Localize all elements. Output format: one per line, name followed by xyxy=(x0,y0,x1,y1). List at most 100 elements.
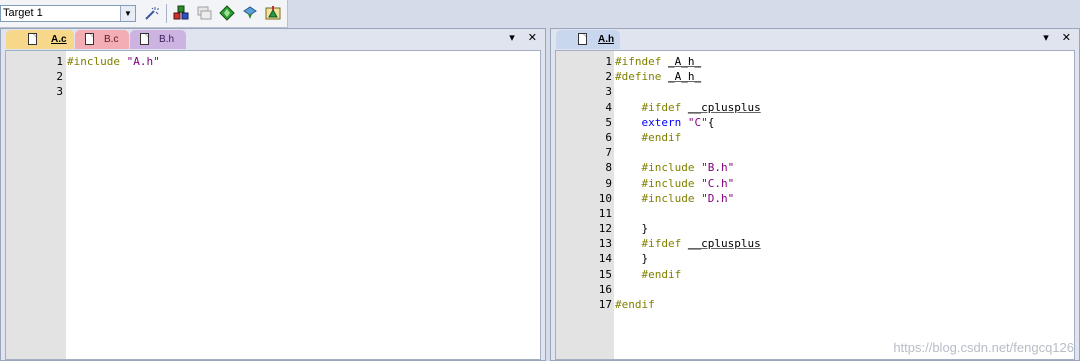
code-token: #endif xyxy=(615,267,682,281)
code-line[interactable]: 2 xyxy=(6,69,540,84)
code-token: } xyxy=(615,222,649,236)
code-line[interactable]: 9 #include "C.h" xyxy=(556,176,1074,191)
code-text: #include "A.h" xyxy=(67,54,160,69)
code-token: #define xyxy=(615,70,668,84)
batch-build-icon[interactable] xyxy=(195,4,213,22)
build-toolbar: Target 1 ▼ xyxy=(0,0,288,28)
line-number: 6 xyxy=(605,130,612,144)
line-number: 1 xyxy=(56,55,63,68)
line-number: 4 xyxy=(605,100,612,114)
editor-pane-right: A.h ▾ ✕ 1 #ifndef _A_h_ 2 #define _A_h_ 3 4 #… xyxy=(550,28,1080,361)
line-number: 7 xyxy=(605,146,612,160)
code-text: #include "B.h" xyxy=(615,160,734,175)
line-number: 3 xyxy=(605,85,612,99)
code-text: } xyxy=(615,251,648,266)
load-flash-icon[interactable] xyxy=(218,4,236,22)
code-token: _A_h_ xyxy=(667,55,702,68)
line-number: 17 xyxy=(598,298,612,311)
code-token: "C.h" xyxy=(701,176,735,190)
dropdown-arrow-icon[interactable]: ▾ xyxy=(1043,32,1049,44)
download-icon[interactable] xyxy=(264,4,282,22)
code-token: #ifdef xyxy=(615,237,688,251)
editor-pane-left: A.c B.c B.h ▾ ✕ 1 #include "A.h" 2 3 xyxy=(0,28,546,361)
close-icon[interactable]: ✕ xyxy=(1062,32,1071,44)
code-line[interactable]: 17 #endif xyxy=(556,297,1074,312)
code-line[interactable]: 7 xyxy=(556,145,1074,160)
tab-bar-right: A.h ▾ ✕ xyxy=(551,29,1079,49)
line-number: 1 xyxy=(605,55,612,68)
code-token: __cplusplus xyxy=(687,237,761,251)
code-line[interactable]: 2 #define _A_h_ xyxy=(556,69,1074,84)
pane-controls: ▾ ✕ xyxy=(1033,31,1071,45)
toolbar: Target 1 ▼ xyxy=(0,0,1080,28)
code-editor-left[interactable]: 1 #include "A.h" 2 3 xyxy=(5,50,541,360)
code-line[interactable]: 11 xyxy=(556,206,1074,221)
code-line[interactable]: 1 #ifndef _A_h_ xyxy=(556,54,1074,69)
line-number: 16 xyxy=(598,282,612,296)
code-lines: 1 #include "A.h" 2 3 xyxy=(6,54,540,100)
code-lines: 1 #ifndef _A_h_ 2 #define _A_h_ 3 4 #ifdef __… xyxy=(556,54,1074,312)
code-token: #include xyxy=(615,176,702,190)
target-select[interactable]: Target 1 ▼ xyxy=(0,5,136,22)
code-line[interactable]: 16 xyxy=(556,282,1074,297)
tab-bar-left: A.c B.c B.h ▾ ✕ xyxy=(1,29,545,49)
code-token: #endif xyxy=(615,130,682,144)
tab-a-h[interactable]: A.h xyxy=(556,30,620,49)
code-line[interactable]: 5 extern "C"{ xyxy=(556,115,1074,130)
build-target-icon[interactable] xyxy=(172,4,190,22)
line-number: 15 xyxy=(598,267,612,281)
toolbar-separator xyxy=(166,4,167,23)
code-text: #include "C.h" xyxy=(615,176,734,191)
target-select-value: Target 1 xyxy=(3,7,43,19)
code-text: } xyxy=(615,221,648,236)
code-text: #endif xyxy=(615,130,681,145)
code-text: #include "D.h" xyxy=(615,191,734,206)
code-line[interactable]: 13 #ifdef __cplusplus xyxy=(556,236,1074,251)
document-icon xyxy=(578,33,587,45)
line-number: 3 xyxy=(56,85,63,99)
line-number: 2 xyxy=(605,70,612,84)
line-number: 13 xyxy=(598,237,612,251)
code-line[interactable]: 14 } xyxy=(556,251,1074,266)
tab-label: B.c xyxy=(104,34,119,45)
code-line[interactable]: 3 xyxy=(556,84,1074,99)
code-token: __cplusplus xyxy=(687,100,761,114)
code-token: "C" xyxy=(687,115,708,129)
code-token: #ifndef xyxy=(615,55,668,68)
line-number: 11 xyxy=(598,206,612,220)
tab-b-c[interactable]: B.c xyxy=(75,30,129,49)
options-target-icon[interactable] xyxy=(143,4,161,22)
code-line[interactable]: 10 #include "D.h" xyxy=(556,191,1074,206)
code-line[interactable]: 1 #include "A.h" xyxy=(6,54,540,69)
code-line[interactable]: 12 } xyxy=(556,221,1074,236)
line-number: 10 xyxy=(598,191,612,205)
code-text: #ifdef __cplusplus xyxy=(615,100,761,115)
dropdown-arrow-icon[interactable]: ▾ xyxy=(509,32,515,44)
code-token: #endif xyxy=(615,298,655,311)
stop-build-icon[interactable] xyxy=(241,4,259,22)
code-token: _A_h_ xyxy=(667,70,702,84)
document-icon xyxy=(28,33,37,45)
code-line[interactable]: 8 #include "B.h" xyxy=(556,160,1074,175)
code-token: #include xyxy=(615,161,702,175)
code-line[interactable]: 4 #ifdef __cplusplus xyxy=(556,100,1074,115)
document-icon xyxy=(85,33,94,45)
line-number: 9 xyxy=(605,176,612,190)
code-token: "A.h" xyxy=(126,55,160,68)
chevron-down-icon[interactable]: ▼ xyxy=(120,6,135,21)
code-token: extern xyxy=(615,115,688,129)
code-line[interactable]: 15 #endif xyxy=(556,267,1074,282)
watermark: https://blog.csdn.net/fengcq126 xyxy=(893,340,1074,355)
code-token: #include xyxy=(67,55,127,68)
code-editor-right[interactable]: 1 #ifndef _A_h_ 2 #define _A_h_ 3 4 #ifdef __… xyxy=(555,50,1075,360)
document-icon xyxy=(140,33,149,45)
code-text: #ifdef __cplusplus xyxy=(615,236,761,251)
close-icon[interactable]: ✕ xyxy=(528,32,537,44)
code-token: #ifdef xyxy=(615,100,688,114)
code-line[interactable]: 3 xyxy=(6,84,540,99)
code-token: "B.h" xyxy=(701,161,735,175)
tab-b-h[interactable]: B.h xyxy=(130,30,186,49)
code-line[interactable]: 6 #endif xyxy=(556,130,1074,145)
tab-label: B.h xyxy=(159,34,175,45)
tab-a-c[interactable]: A.c xyxy=(6,30,74,49)
